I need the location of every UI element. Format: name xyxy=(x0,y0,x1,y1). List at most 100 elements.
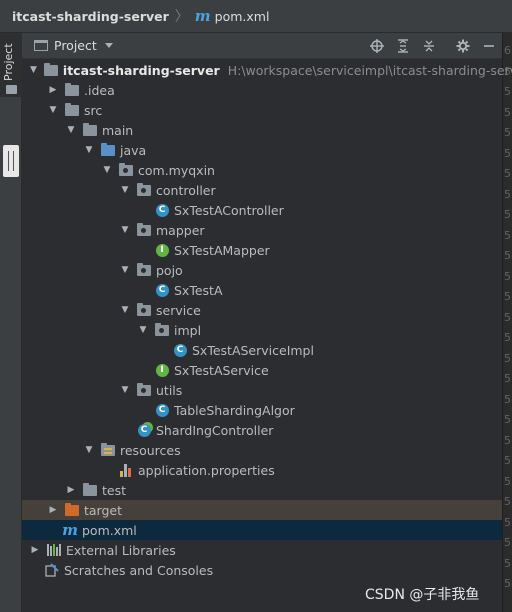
chevron-down-icon[interactable]: ▼ xyxy=(120,385,130,395)
chevron-right-icon[interactable]: ▶ xyxy=(48,85,58,95)
spring-class-icon: C xyxy=(137,423,151,437)
properties-file-icon xyxy=(119,463,133,477)
gutter-line-number: 5 xyxy=(504,105,511,119)
gutter-line-number: 5 xyxy=(504,269,511,283)
folder-icon xyxy=(65,82,79,97)
package-icon xyxy=(137,262,151,277)
tree-item-external-libraries[interactable]: ▶ External Libraries xyxy=(22,540,502,560)
project-tool-tab-label: Project xyxy=(2,43,15,81)
tree-item-label: Scratches and Consoles xyxy=(64,562,214,578)
folder-icon xyxy=(83,122,97,137)
gutter-line-number: 5 xyxy=(504,228,511,242)
libraries-icon xyxy=(47,543,61,557)
gutter-line-number: 5 xyxy=(504,85,511,98)
tree-item-utils[interactable]: ▼ utils xyxy=(22,380,502,400)
tree-item-utils-class[interactable]: C TableShardingAlgor xyxy=(22,400,502,420)
chevron-down-icon[interactable]: ▼ xyxy=(48,105,58,115)
tree-item-label: resources xyxy=(120,442,181,458)
tree-item-package[interactable]: ▼ com.myqxin xyxy=(22,160,502,180)
gutter-line-number: 5 xyxy=(504,208,511,221)
gutter-line-number: 5 xyxy=(504,167,511,180)
gutter-line-number: 5 xyxy=(504,495,511,508)
chevron-right-icon[interactable]: ▶ xyxy=(30,545,40,555)
tree-item-label: mapper xyxy=(156,222,205,238)
chevron-down-icon[interactable]: ▼ xyxy=(138,325,148,335)
tree-item-scratches[interactable]: Scratches and Consoles xyxy=(22,560,502,580)
tree-item-label: SxTestAServiceImpl xyxy=(192,342,314,358)
tree-item-controller[interactable]: ▼ controller xyxy=(22,180,502,200)
maven-icon: m xyxy=(194,7,211,25)
tree-item-src[interactable]: ▼ src xyxy=(22,100,502,120)
tree-item-pojo-class[interactable]: C SxTestA xyxy=(22,280,502,300)
tree-item-label: controller xyxy=(156,182,216,198)
gutter-line-number: 5 xyxy=(504,536,511,549)
chevron-down-icon[interactable]: ▼ xyxy=(120,185,130,195)
tree-item-label: test xyxy=(102,482,127,498)
tree-item-service[interactable]: ▼ service xyxy=(22,300,502,320)
tree-item-service-interface[interactable]: I SxTestAService xyxy=(22,360,502,380)
tree-item-impl-class[interactable]: C SxTestAServiceImpl xyxy=(22,340,502,360)
chevron-down-icon[interactable]: ▼ xyxy=(120,305,130,315)
breadcrumb-file[interactable]: pom.xml xyxy=(215,9,270,24)
project-view-selector[interactable]: Project xyxy=(54,38,97,53)
tree-item-label: src xyxy=(84,102,103,118)
gutter-line-number: 5 xyxy=(504,290,511,303)
chevron-down-icon[interactable]: ▼ xyxy=(84,145,94,155)
resources-folder-icon xyxy=(101,442,115,457)
tree-item-label: application.properties xyxy=(138,462,275,478)
collapse-all-icon[interactable] xyxy=(416,33,442,59)
chevron-right-icon[interactable]: ▶ xyxy=(48,505,58,515)
tree-item-test[interactable]: ▶ test xyxy=(22,480,502,500)
chevron-down-icon[interactable]: ▼ xyxy=(30,65,37,75)
tree-item-label: main xyxy=(102,122,134,138)
tree-item-sharding-class[interactable]: C ShardIngController xyxy=(22,420,502,440)
package-icon xyxy=(137,302,151,317)
chevron-down-icon[interactable] xyxy=(104,43,113,48)
gear-icon[interactable] xyxy=(450,33,476,59)
chevron-down-icon[interactable]: ▼ xyxy=(102,165,112,175)
tree-item-impl[interactable]: ▼ impl xyxy=(22,320,502,340)
expand-all-icon[interactable] xyxy=(390,33,416,59)
project-view-icon xyxy=(34,40,48,51)
tree-item-java[interactable]: ▼ java xyxy=(22,140,502,160)
tree-item-label: ShardIngController xyxy=(156,422,274,438)
tree-item-label: com.myqxin xyxy=(138,162,215,178)
tree-item-properties[interactable]: application.properties xyxy=(22,460,502,480)
gutter-line-number: 5 xyxy=(504,433,511,447)
chevron-down-icon[interactable]: ▼ xyxy=(84,445,94,455)
gutter-line-number: 5 xyxy=(504,413,511,426)
module-folder-icon xyxy=(43,62,58,77)
tree-item-label: External Libraries xyxy=(66,542,176,558)
chevron-down-icon[interactable]: ▼ xyxy=(66,125,76,135)
structure-tool-icon[interactable] xyxy=(3,145,19,177)
tree-item-label: service xyxy=(156,302,201,318)
breadcrumb-project[interactable]: itcast-sharding-server xyxy=(12,9,169,24)
chevron-down-icon[interactable]: ▼ xyxy=(120,265,130,275)
tree-item-pojo[interactable]: ▼ pojo xyxy=(22,260,502,280)
tree-item-mapper-interface[interactable]: I SxTestAMapper xyxy=(22,240,502,260)
tree-item-mapper[interactable]: ▼ mapper xyxy=(22,220,502,240)
chevron-down-icon[interactable]: ▼ xyxy=(120,225,130,235)
tree-item-main[interactable]: ▼ main xyxy=(22,120,502,140)
gutter-line-number: 5 xyxy=(504,146,511,160)
tree-item-label: utils xyxy=(156,382,183,398)
gutter-line-number: 5 xyxy=(504,331,511,344)
chevron-right-icon[interactable]: ▶ xyxy=(66,485,76,495)
tree-item-idea[interactable]: ▶ .idea xyxy=(22,80,502,100)
tree-item-target[interactable]: ▶ target xyxy=(22,500,502,520)
class-icon: C xyxy=(155,283,169,297)
gutter-line-number: 5 xyxy=(504,126,511,139)
tree-item-pom[interactable]: m pom.xml xyxy=(22,520,502,540)
scratches-icon xyxy=(45,563,59,577)
tree-item-root[interactable]: ▼ itcast-sharding-server H:\workspace\se… xyxy=(22,60,512,80)
hide-panel-icon[interactable] xyxy=(476,33,502,59)
maven-icon: m xyxy=(62,521,78,539)
tree-item-resources[interactable]: ▼ resources xyxy=(22,440,502,460)
package-icon xyxy=(137,382,151,397)
locate-icon[interactable] xyxy=(364,33,390,59)
package-icon xyxy=(119,162,133,177)
class-icon: C xyxy=(155,403,169,417)
tree-item-controller-class[interactable]: C SxTestAController xyxy=(22,200,502,220)
root-module-path: H:\workspace\serviceimpl\itcast-sharding… xyxy=(227,62,512,78)
project-tool-tab[interactable]: Project xyxy=(0,33,22,97)
